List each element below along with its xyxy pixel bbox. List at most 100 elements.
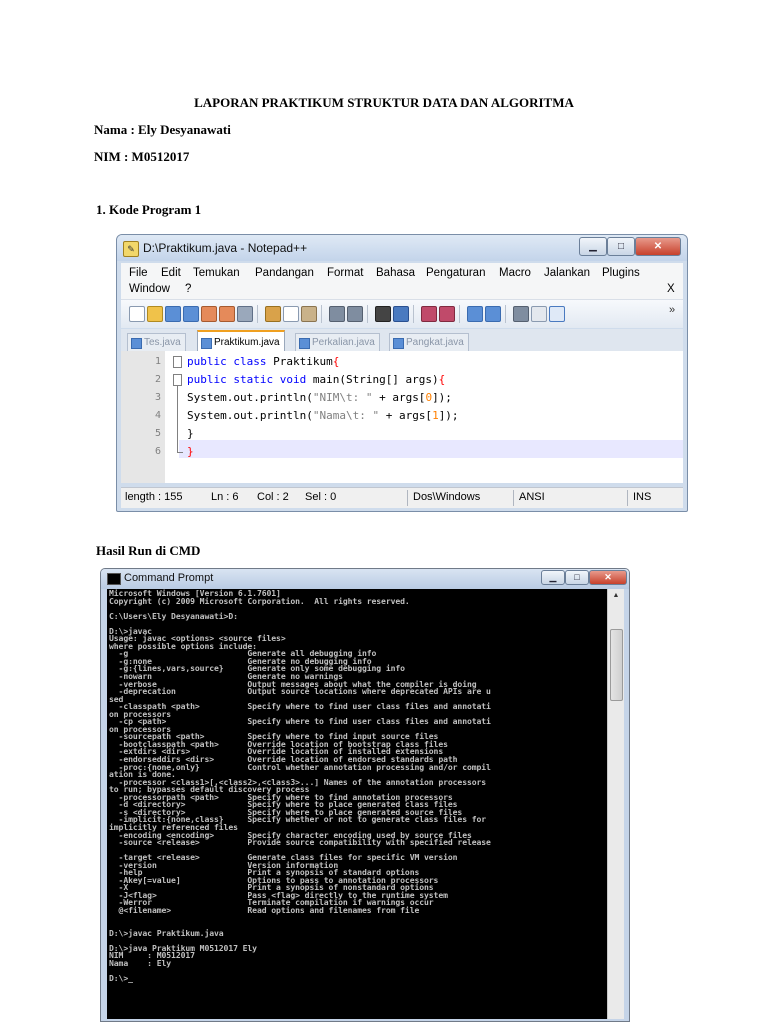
cmd-app-icon	[107, 573, 121, 585]
scroll-thumb[interactable]	[610, 629, 623, 701]
close-file-icon[interactable]	[201, 306, 217, 322]
file-icon	[201, 338, 212, 349]
menu-window[interactable]: Window	[129, 283, 170, 295]
notepad-app-icon: ✎	[123, 241, 139, 257]
cmd-window: Command Prompt ▁ □ ✕ Microsoft Windows […	[100, 568, 630, 1022]
status-column: Col : 2	[257, 491, 289, 503]
line-number: 2	[154, 374, 161, 385]
toolbar-separator	[505, 305, 506, 323]
copy-icon[interactable]	[283, 306, 299, 322]
status-encoding: ANSI	[519, 491, 545, 503]
tab-praktikum[interactable]: Praktikum.java	[197, 330, 285, 353]
show-all-chars-icon[interactable]	[531, 306, 547, 322]
open-file-icon[interactable]	[147, 306, 163, 322]
keyword: public static void	[187, 373, 307, 386]
notepad-toolbar: »	[121, 299, 683, 328]
save-all-icon[interactable]	[183, 306, 199, 322]
print-icon[interactable]	[237, 306, 253, 322]
cut-icon[interactable]	[265, 306, 281, 322]
status-eol: Dos\Windows	[413, 491, 481, 503]
save-icon[interactable]	[165, 306, 181, 322]
menu-jalankan[interactable]: Jalankan	[544, 267, 590, 279]
close-icon[interactable]: ✕	[589, 570, 627, 585]
notepad-menubar: File Edit Temukan Pandangan Format Bahas…	[121, 263, 683, 299]
number-literal: 1	[432, 409, 439, 422]
sync-vertical-icon[interactable]	[467, 306, 483, 322]
tab-tes[interactable]: Tes.java	[127, 333, 186, 351]
minimize-icon[interactable]: ▁	[579, 237, 607, 256]
code-line-2: public static void main(String[] args){	[187, 373, 446, 386]
menu-file[interactable]: File	[129, 267, 148, 279]
notepad-statusbar: length : 155 Ln : 6 Col : 2 Sel : 0 Dos\…	[121, 487, 683, 508]
menu-bahasa[interactable]: Bahasa	[376, 267, 415, 279]
code-editor[interactable]: 1 2 3 4 5 6 public class Praktikum{ publ…	[121, 351, 683, 483]
toolbar-separator	[459, 305, 460, 323]
toolbar-overflow-icon[interactable]: »	[669, 304, 675, 316]
maximize-icon[interactable]: □	[607, 237, 635, 256]
word-wrap-icon[interactable]	[513, 306, 529, 322]
menu-pengaturan[interactable]: Pengaturan	[426, 267, 485, 279]
menu-format[interactable]: Format	[327, 267, 363, 279]
file-icon	[393, 338, 404, 349]
indent-guide-icon[interactable]	[549, 306, 565, 322]
menu-macro[interactable]: Macro	[499, 267, 531, 279]
status-line: Ln : 6	[211, 491, 239, 503]
code-line-5: }	[187, 427, 194, 440]
find-icon[interactable]	[375, 306, 391, 322]
menu-edit[interactable]: Edit	[161, 267, 181, 279]
menu-plugins[interactable]: Plugins	[602, 267, 640, 279]
code-line-1: public class Praktikum{	[187, 355, 340, 368]
zoom-out-icon[interactable]	[439, 306, 455, 322]
code-line-3: System.out.println("NIM\t: " + args[0]);	[187, 391, 452, 404]
status-separator	[627, 490, 628, 506]
menu-help[interactable]: ?	[185, 283, 191, 295]
cmd-scrollbar[interactable]: ▲	[607, 589, 624, 1019]
sync-horizontal-icon[interactable]	[485, 306, 501, 322]
student-nim: NIM : M0512017	[94, 149, 190, 164]
toolbar-separator	[413, 305, 414, 323]
toolbar-separator	[257, 305, 258, 323]
notepad-tabbar: Tes.java Praktikum.java Perkalian.java P…	[121, 329, 683, 353]
close-all-icon[interactable]	[219, 306, 235, 322]
current-line-highlight	[179, 440, 683, 458]
line-number: 5	[154, 428, 161, 439]
tab-pangkat[interactable]: Pangkat.java	[389, 333, 469, 351]
paste-icon[interactable]	[301, 306, 317, 322]
file-icon	[131, 338, 142, 349]
menu-temukan[interactable]: Temukan	[193, 267, 240, 279]
brace: {	[332, 355, 340, 368]
redo-icon[interactable]	[347, 306, 363, 322]
menu-close-document[interactable]: X	[667, 283, 675, 295]
line-number: 6	[154, 446, 161, 457]
menu-pandangan[interactable]: Pandangan	[255, 267, 314, 279]
fold-marker-icon[interactable]	[173, 356, 182, 368]
new-file-icon[interactable]	[129, 306, 145, 322]
cmd-title: Command Prompt	[124, 572, 214, 584]
status-insert-mode: INS	[633, 491, 652, 503]
code-line-6: }	[187, 445, 194, 458]
keyword: public class	[187, 355, 267, 368]
scroll-up-icon[interactable]: ▲	[608, 589, 624, 603]
notepad-title: D:\Praktikum.java - Notepad++	[143, 241, 308, 255]
minimize-icon[interactable]: ▁	[541, 570, 565, 585]
report-title: LAPORAN PRAKTIKUM STRUKTUR DATA DAN ALGO…	[194, 95, 574, 110]
maximize-icon[interactable]: □	[565, 570, 589, 585]
undo-icon[interactable]	[329, 306, 345, 322]
cmd-titlebar: Command Prompt ▁ □ ✕	[101, 569, 629, 589]
line-number: 4	[154, 410, 161, 421]
replace-icon[interactable]	[393, 306, 409, 322]
close-icon[interactable]: ✕	[635, 237, 681, 256]
code-line-4: System.out.println("Nama\t: " + args[1])…	[187, 409, 459, 422]
toolbar-separator	[367, 305, 368, 323]
line-number: 3	[154, 392, 161, 403]
notepad-window: ✎ D:\Praktikum.java - Notepad++ ▁ □ ✕ Fi…	[116, 234, 688, 512]
fold-marker-icon[interactable]	[173, 374, 182, 386]
fold-end	[177, 452, 183, 454]
line-number: 1	[154, 356, 161, 367]
section-heading-cmd: Hasil Run di CMD	[96, 543, 201, 558]
tab-perkalian[interactable]: Perkalian.java	[295, 333, 380, 351]
zoom-in-icon[interactable]	[421, 306, 437, 322]
cmd-console[interactable]: Microsoft Windows [Version 6.1.7601] Cop…	[107, 589, 607, 1019]
brace: {	[438, 373, 446, 386]
notepad-titlebar: ✎ D:\Praktikum.java - Notepad++ ▁ □ ✕	[117, 235, 687, 261]
